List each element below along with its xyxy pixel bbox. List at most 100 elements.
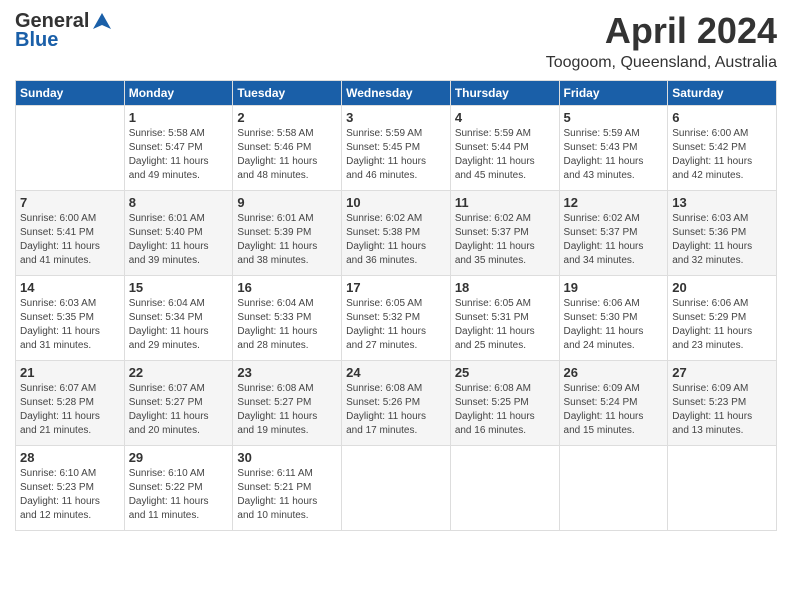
- day-number: 11: [455, 195, 555, 210]
- calendar-cell: 13Sunrise: 6:03 AM Sunset: 5:36 PM Dayli…: [668, 191, 777, 276]
- calendar-cell: 22 Sunrise: 6:07 AM Sunset: 5:27 PM Dayli…: [124, 361, 233, 446]
- day-info: Sunrise: 6:08 AM Sunset: 5:25 PM Dayligh…: [455, 382, 555, 438]
- calendar-cell: 26Sunrise: 6:09 AM Sunset: 5:24 PM Dayli…: [559, 361, 668, 446]
- day-info: Sunrise: 6:01 AM Sunset: 5:39 PM Dayligh…: [237, 212, 337, 268]
- title-area: April 2024 Toogoom, Queensland, Australi…: [546, 10, 777, 72]
- day-info: Sunrise: 6:06 AM Sunset: 5:30 PM Dayligh…: [564, 297, 664, 353]
- calendar-cell: 29 Sunrise: 6:10 AM Sunset: 5:22 PM Dayli…: [124, 446, 233, 531]
- weekday-header: Thursday: [450, 81, 559, 106]
- day-number: 8: [129, 195, 229, 210]
- weekday-header: Saturday: [668, 81, 777, 106]
- calendar-cell: 24Sunrise: 6:08 AM Sunset: 5:26 PM Dayli…: [342, 361, 451, 446]
- calendar-header-row: SundayMondayTuesdayWednesdayThursdayFrid…: [16, 81, 777, 106]
- calendar-cell: 15 Sunrise: 6:04 AM Sunset: 5:34 PM Dayli…: [124, 276, 233, 361]
- calendar-cell: [342, 446, 451, 531]
- day-info: Sunrise: 6:02 AM Sunset: 5:37 PM Dayligh…: [455, 212, 555, 268]
- calendar-cell: 5 Sunrise: 5:59 AM Sunset: 5:43 PM Daylig…: [559, 106, 668, 191]
- calendar-cell: 19 Sunrise: 6:06 AM Sunset: 5:30 PM Dayli…: [559, 276, 668, 361]
- calendar-cell: 7 Sunrise: 6:00 AM Sunset: 5:41 PM Daylig…: [16, 191, 125, 276]
- day-info: Sunrise: 6:00 AM Sunset: 5:41 PM Dayligh…: [20, 212, 120, 268]
- calendar-week-row: 14Sunrise: 6:03 AM Sunset: 5:35 PM Dayli…: [16, 276, 777, 361]
- day-number: 16: [237, 280, 337, 295]
- calendar-cell: 3 Sunrise: 5:59 AM Sunset: 5:45 PM Daylig…: [342, 106, 451, 191]
- weekday-header: Tuesday: [233, 81, 342, 106]
- day-info: Sunrise: 6:06 AM Sunset: 5:29 PM Dayligh…: [672, 297, 772, 353]
- calendar-cell: 11 Sunrise: 6:02 AM Sunset: 5:37 PM Dayli…: [450, 191, 559, 276]
- day-number: 30: [237, 450, 337, 465]
- day-number: 19: [564, 280, 664, 295]
- weekday-header: Wednesday: [342, 81, 451, 106]
- day-number: 21: [20, 365, 120, 380]
- calendar-cell: 28Sunrise: 6:10 AM Sunset: 5:23 PM Dayli…: [16, 446, 125, 531]
- day-number: 7: [20, 195, 120, 210]
- day-number: 26: [564, 365, 664, 380]
- calendar-cell: 17 Sunrise: 6:05 AM Sunset: 5:32 PM Dayli…: [342, 276, 451, 361]
- day-number: 3: [346, 110, 446, 125]
- calendar-cell: 18 Sunrise: 6:05 AM Sunset: 5:31 PM Dayli…: [450, 276, 559, 361]
- calendar-body: 1 Sunrise: 5:58 AM Sunset: 5:47 PM Daylig…: [16, 106, 777, 531]
- day-number: 5: [564, 110, 664, 125]
- day-info: Sunrise: 6:04 AM Sunset: 5:33 PM Dayligh…: [237, 297, 337, 353]
- day-number: 15: [129, 280, 229, 295]
- calendar-cell: [668, 446, 777, 531]
- calendar-cell: 12 Sunrise: 6:02 AM Sunset: 5:37 PM Dayli…: [559, 191, 668, 276]
- logo-blue-text: Blue: [15, 29, 58, 52]
- calendar-cell: 30 Sunrise: 6:11 AM Sunset: 5:21 PM Dayli…: [233, 446, 342, 531]
- day-info: Sunrise: 6:08 AM Sunset: 5:27 PM Dayligh…: [237, 382, 337, 438]
- day-number: 9: [237, 195, 337, 210]
- day-info: Sunrise: 5:59 AM Sunset: 5:44 PM Dayligh…: [455, 127, 555, 183]
- day-info: Sunrise: 5:59 AM Sunset: 5:45 PM Dayligh…: [346, 127, 446, 183]
- page-header: General Blue April 2024 Toogoom, Queensl…: [15, 10, 777, 72]
- day-number: 14: [20, 280, 120, 295]
- calendar-cell: [559, 446, 668, 531]
- calendar-cell: 21 Sunrise: 6:07 AM Sunset: 5:28 PM Dayli…: [16, 361, 125, 446]
- day-number: 28: [20, 450, 120, 465]
- day-info: Sunrise: 5:58 AM Sunset: 5:47 PM Dayligh…: [129, 127, 229, 183]
- day-number: 24: [346, 365, 446, 380]
- day-number: 4: [455, 110, 555, 125]
- day-info: Sunrise: 6:05 AM Sunset: 5:32 PM Dayligh…: [346, 297, 446, 353]
- day-info: Sunrise: 6:07 AM Sunset: 5:28 PM Dayligh…: [20, 382, 120, 438]
- day-number: 22: [129, 365, 229, 380]
- weekday-header: Friday: [559, 81, 668, 106]
- calendar-cell: 2Sunrise: 5:58 AM Sunset: 5:46 PM Daylig…: [233, 106, 342, 191]
- day-info: Sunrise: 6:11 AM Sunset: 5:21 PM Dayligh…: [237, 467, 337, 523]
- logo: General Blue: [15, 10, 113, 52]
- day-number: 17: [346, 280, 446, 295]
- day-info: Sunrise: 5:59 AM Sunset: 5:43 PM Dayligh…: [564, 127, 664, 183]
- calendar-week-row: 21 Sunrise: 6:07 AM Sunset: 5:28 PM Dayli…: [16, 361, 777, 446]
- day-number: 18: [455, 280, 555, 295]
- calendar-cell: 27Sunrise: 6:09 AM Sunset: 5:23 PM Dayli…: [668, 361, 777, 446]
- calendar-week-row: 28Sunrise: 6:10 AM Sunset: 5:23 PM Dayli…: [16, 446, 777, 531]
- day-number: 1: [129, 110, 229, 125]
- calendar-cell: 10 Sunrise: 6:02 AM Sunset: 5:38 PM Dayli…: [342, 191, 451, 276]
- calendar-cell: [450, 446, 559, 531]
- calendar-cell: 16 Sunrise: 6:04 AM Sunset: 5:33 PM Dayli…: [233, 276, 342, 361]
- day-info: Sunrise: 6:10 AM Sunset: 5:22 PM Dayligh…: [129, 467, 229, 523]
- day-info: Sunrise: 6:07 AM Sunset: 5:27 PM Dayligh…: [129, 382, 229, 438]
- calendar-cell: 4 Sunrise: 5:59 AM Sunset: 5:44 PM Daylig…: [450, 106, 559, 191]
- day-info: Sunrise: 6:02 AM Sunset: 5:38 PM Dayligh…: [346, 212, 446, 268]
- day-info: Sunrise: 6:04 AM Sunset: 5:34 PM Dayligh…: [129, 297, 229, 353]
- calendar-cell: 20 Sunrise: 6:06 AM Sunset: 5:29 PM Dayli…: [668, 276, 777, 361]
- calendar-cell: 14Sunrise: 6:03 AM Sunset: 5:35 PM Dayli…: [16, 276, 125, 361]
- calendar-cell: 23 Sunrise: 6:08 AM Sunset: 5:27 PM Dayli…: [233, 361, 342, 446]
- weekday-header: Monday: [124, 81, 233, 106]
- day-info: Sunrise: 6:09 AM Sunset: 5:23 PM Dayligh…: [672, 382, 772, 438]
- day-info: Sunrise: 6:03 AM Sunset: 5:36 PM Dayligh…: [672, 212, 772, 268]
- day-info: Sunrise: 6:00 AM Sunset: 5:42 PM Dayligh…: [672, 127, 772, 183]
- day-number: 29: [129, 450, 229, 465]
- calendar-week-row: 7 Sunrise: 6:00 AM Sunset: 5:41 PM Daylig…: [16, 191, 777, 276]
- day-number: 10: [346, 195, 446, 210]
- day-number: 6: [672, 110, 772, 125]
- calendar-cell: 6 Sunrise: 6:00 AM Sunset: 5:42 PM Daylig…: [668, 106, 777, 191]
- day-number: 12: [564, 195, 664, 210]
- day-info: Sunrise: 6:02 AM Sunset: 5:37 PM Dayligh…: [564, 212, 664, 268]
- day-info: Sunrise: 6:05 AM Sunset: 5:31 PM Dayligh…: [455, 297, 555, 353]
- location-title: Toogoom, Queensland, Australia: [546, 54, 777, 72]
- calendar-cell: 8 Sunrise: 6:01 AM Sunset: 5:40 PM Daylig…: [124, 191, 233, 276]
- day-number: 23: [237, 365, 337, 380]
- day-number: 20: [672, 280, 772, 295]
- weekday-header: Sunday: [16, 81, 125, 106]
- day-info: Sunrise: 6:01 AM Sunset: 5:40 PM Dayligh…: [129, 212, 229, 268]
